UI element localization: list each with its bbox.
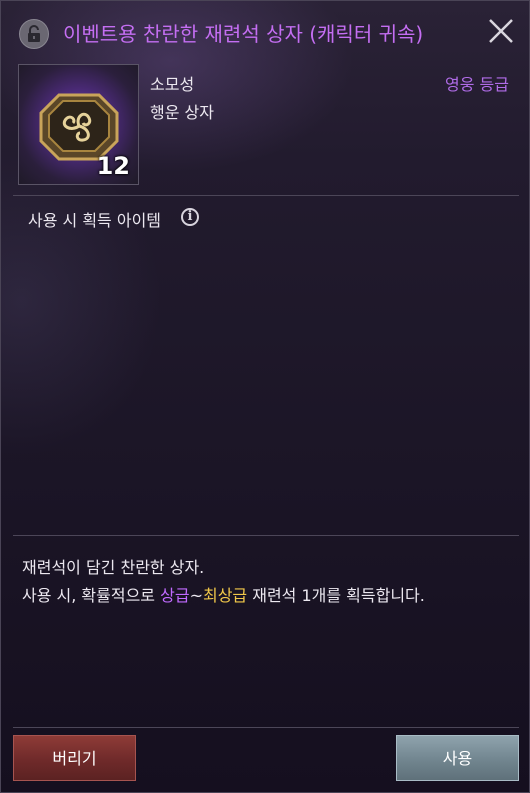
- divider: [13, 195, 519, 196]
- tooltip-header: 이벤트용 찬란한 재련석 상자 (캐릭터 귀속): [1, 1, 529, 63]
- close-icon[interactable]: [485, 15, 517, 47]
- item-type: 소모성: [150, 75, 195, 94]
- description-text: 재련석 1개를 획득합니다.: [247, 586, 425, 605]
- grade-highest-text: 최상급: [202, 586, 248, 605]
- item-quantity: 12: [96, 152, 130, 180]
- divider: [13, 727, 519, 728]
- use-button[interactable]: 사용: [396, 735, 519, 781]
- grade-high-text: 상급: [160, 586, 190, 605]
- divider: [13, 535, 519, 536]
- item-grade: 영웅 등급: [445, 75, 509, 94]
- description-text: 사용 시, 확률적으로: [22, 586, 161, 605]
- tilde-text: ~: [189, 586, 203, 605]
- item-tooltip-panel: 이벤트용 찬란한 재련석 상자 (캐릭터 귀속) 12 소모성 행운 상자 영웅…: [0, 0, 530, 793]
- info-icon[interactable]: i: [181, 208, 199, 226]
- unlock-icon[interactable]: [19, 19, 49, 49]
- discard-button[interactable]: 버리기: [13, 735, 136, 781]
- description-line-2: 사용 시, 확률적으로 상급~최상급 재련석 1개를 획득합니다.: [22, 582, 425, 606]
- obtain-items-label: 사용 시 획득 아이템: [28, 211, 162, 230]
- item-thumbnail: 12: [18, 64, 139, 185]
- description-line-1: 재련석이 담긴 찬란한 상자.: [22, 558, 205, 577]
- item-title: 이벤트용 찬란한 재련석 상자 (캐릭터 귀속): [63, 22, 424, 46]
- item-subtype: 행운 상자: [150, 103, 214, 122]
